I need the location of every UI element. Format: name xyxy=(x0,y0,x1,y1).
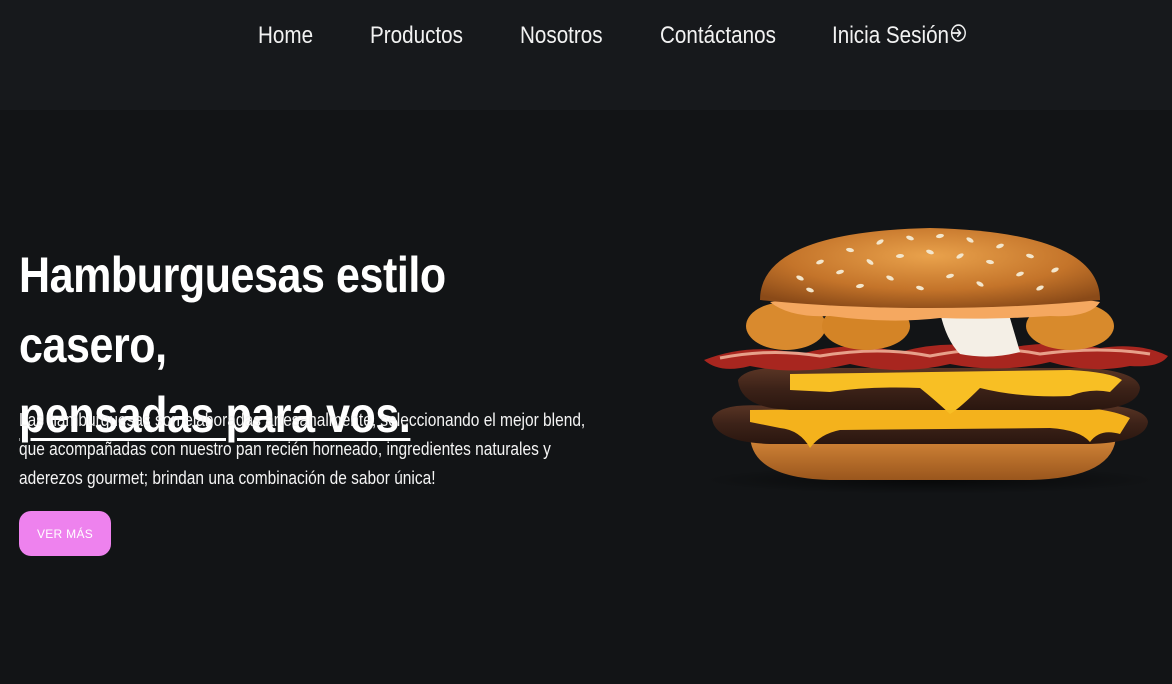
ver-mas-button[interactable]: VER MÁS xyxy=(19,511,111,556)
landing-page: Home Productos Nosotros Contáctanos Inic… xyxy=(0,0,1172,684)
nav-link-nosotros[interactable]: Nosotros xyxy=(520,22,603,50)
hero-title-line1: Hamburguesas estilo casero, xyxy=(19,247,446,373)
nav-link-home[interactable]: Home xyxy=(258,22,313,50)
nav-login-label: Inicia Sesión xyxy=(832,22,950,49)
navbar: Home Productos Nosotros Contáctanos Inic… xyxy=(0,0,1172,110)
hero-description: Las hamburguesas son elaboradas artesana… xyxy=(19,410,586,488)
nav-link-login[interactable]: Inicia Sesión xyxy=(832,22,967,50)
nav-link-productos[interactable]: Productos xyxy=(370,22,463,50)
nav-link-contactanos[interactable]: Contáctanos xyxy=(660,22,776,50)
burger-image xyxy=(700,228,1168,494)
login-icon xyxy=(950,24,967,42)
